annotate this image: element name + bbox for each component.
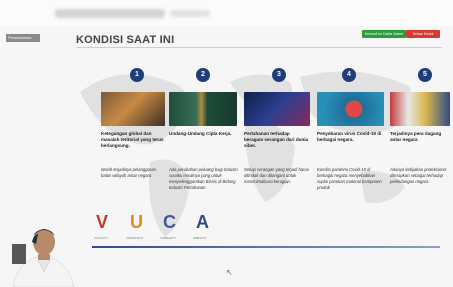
vuca-sub-a: AMBIGUITY [193, 237, 207, 240]
vuca-letter-a: A [196, 212, 209, 232]
item-number-3: 3 [272, 68, 286, 82]
item-caption-2: Undang-Undang Cipta Kerja. [169, 131, 232, 136]
world-map-background [80, 71, 412, 237]
window-top-bar [0, 0, 453, 28]
item-number-2: 2 [196, 68, 210, 82]
item-number-5: 5 [418, 68, 432, 82]
vuca-sub-v: VOLATILITY [94, 237, 108, 240]
vuca-letter-u: U [130, 212, 143, 232]
trade-flags-image [390, 92, 450, 126]
title-divider [76, 47, 442, 48]
cyber-attack-image [244, 92, 310, 126]
item-number-4: 4 [342, 68, 356, 82]
item-desc-3: Setiap serangan yang terjadi harus ditin… [244, 167, 309, 184]
item-caption-3: Pertahanan terhadap beragam serangan dar… [244, 131, 309, 148]
section-tag[interactable]: Pendahuluan [6, 34, 40, 42]
mouse-cursor-icon: ↖ [226, 268, 233, 277]
item-caption-1: Ketegangan global dan masalah teritorial… [101, 131, 164, 148]
presenter-webcam [12, 229, 75, 287]
item-caption-4: Penyebaran virus Covid-19 di berbagai ne… [317, 131, 382, 142]
vuca-letter-v: V [96, 212, 109, 232]
vuca-letter-c: C [163, 212, 176, 232]
item-desc-2: Ada perubahan peluang bagi Industri suva… [169, 167, 238, 190]
vuca-sub-c: COMPLEXITY [160, 237, 177, 240]
item-desc-5: Adanya kebijakan proteksionis diterapkan… [390, 167, 447, 184]
law-book-image [169, 92, 237, 126]
blurred-window-title [55, 9, 165, 18]
item-desc-4: Kondisi pandemi Covid-19 di berbagai neg… [317, 167, 382, 190]
exit-module-button[interactable]: Keluar Modul [406, 30, 440, 38]
blurred-window-subtitle [170, 10, 210, 17]
tank-image [101, 92, 165, 126]
vuca-underline [92, 246, 440, 248]
item-desc-1: Masih terjadinya pelanggaran batas wilay… [101, 167, 156, 178]
item-number-1: 1 [130, 68, 144, 82]
back-to-materials-button[interactable]: Kembali ke Daftar Materi [362, 30, 406, 38]
covid-virus-image [317, 92, 384, 126]
item-caption-5: Terjadinya pera dagang antar negara [390, 131, 442, 142]
vuca-sub-u: UNCERTAINTY [126, 237, 144, 240]
slide-title: KONDISI SAAT INI [76, 34, 175, 46]
